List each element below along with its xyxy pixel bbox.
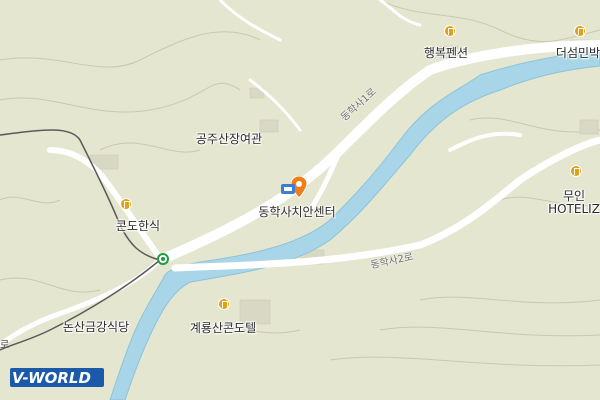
label-haengbok[interactable]: 행복펜션	[424, 44, 468, 61]
minbak-poi-icon[interactable]	[574, 25, 586, 37]
label-gyeryong[interactable]: 계룡산콘도텔	[190, 319, 256, 336]
map-base-layer	[0, 0, 600, 400]
condotel-poi-icon[interactable]	[218, 298, 230, 310]
hotel-poi-icon[interactable]	[444, 25, 456, 37]
map-canvas[interactable]: 행복펜션 더섬민박 공주산장여관 콘도한식 동학사치안센터 무인 HOTELIZ…	[0, 0, 600, 400]
vworld-logo: V-WORLD	[12, 369, 91, 387]
hotel-iz-poi-icon[interactable]	[570, 165, 582, 177]
roads	[0, 0, 600, 348]
rail-line	[0, 129, 162, 351]
condo-restaurant-poi-icon[interactable]	[120, 198, 132, 210]
label-gongju[interactable]: 공주산장여관	[196, 130, 262, 147]
edge-road-label: 로	[0, 340, 10, 351]
police-badge-icon	[281, 184, 295, 194]
label-nonsan[interactable]: 논산금강식당	[63, 318, 129, 335]
label-deoseom[interactable]: 더섬민박	[556, 44, 600, 61]
label-hotel[interactable]: HOTELIZ	[548, 202, 600, 216]
label-center[interactable]: 동학사치안센터	[258, 203, 335, 220]
label-konchohansik[interactable]: 콘도한식	[116, 217, 160, 234]
